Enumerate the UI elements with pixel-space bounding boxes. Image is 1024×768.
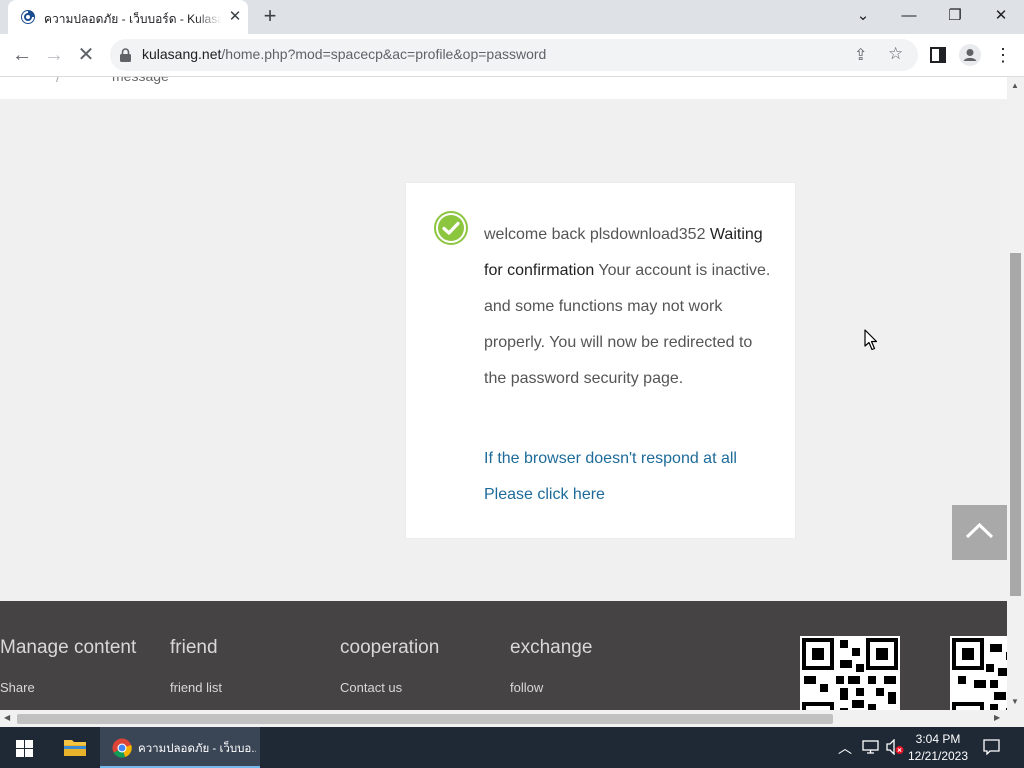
horizontal-scroll-thumb[interactable] <box>17 714 833 724</box>
site-favicon-icon <box>21 10 35 24</box>
mouse-cursor-icon <box>864 329 878 351</box>
click-here-link[interactable]: Please click here <box>484 477 776 513</box>
lock-icon <box>120 48 131 62</box>
header-divider: / <box>56 77 60 85</box>
network-icon[interactable] <box>862 740 879 754</box>
stop-loading-icon[interactable]: ✕ <box>70 34 102 76</box>
url-path: /home.php?mod=spacecp&ac=profile&op=pass… <box>221 46 547 62</box>
menu-dots-icon[interactable]: ⋮ <box>987 34 1019 76</box>
back-to-top-button[interactable] <box>952 505 1007 560</box>
notification-icon[interactable] <box>983 739 1000 755</box>
tab-title: ความปลอดภัย - เว็บบอร์ด - Kulasang <box>44 12 222 26</box>
clock-date[interactable]: 12/21/2023 <box>900 749 976 763</box>
browser-titlebar: ความปลอดภัย - เว็บบอร์ด - Kulasang ✕ + ⌄… <box>0 0 1024 34</box>
windows-start-icon[interactable] <box>16 740 33 757</box>
qr-code-icon <box>800 636 900 710</box>
page-header: / message <box>0 77 1007 99</box>
tray-chevron-up-icon[interactable]: ︿ <box>838 738 852 758</box>
chrome-icon <box>112 738 132 758</box>
tab-close-icon[interactable]: ✕ <box>226 8 244 26</box>
message-welcome: welcome back plsdownload352 <box>484 226 710 243</box>
scroll-down-icon[interactable]: ▼ <box>1011 697 1019 706</box>
restore-icon[interactable]: ❐ <box>932 0 978 34</box>
scroll-right-icon[interactable]: ▶ <box>994 713 1000 722</box>
footer-heading-cooperation: cooperation <box>340 637 440 658</box>
vertical-scroll-thumb[interactable] <box>1010 253 1021 596</box>
browser-tab[interactable]: ความปลอดภัย - เว็บบอร์ด - Kulasang ✕ <box>8 0 248 34</box>
horizontal-scrollbar[interactable]: ◀ ▶ <box>0 710 1024 727</box>
tab-search-icon[interactable]: ⌄ <box>840 0 886 34</box>
footer-link-friend-list[interactable]: friend list <box>170 680 222 695</box>
footer-link-follow[interactable]: follow <box>510 680 543 695</box>
browser-toolbar: ← → ✕ kulasang.net/home.php?mod=spacecp&… <box>0 34 1024 77</box>
footer-link-contact-us[interactable]: Contact us <box>340 680 402 695</box>
qr-code-icon <box>950 636 1007 710</box>
footer-link-share[interactable]: Share <box>0 680 35 695</box>
message-body: Your account is inactive. and some funct… <box>484 262 771 387</box>
browser-no-respond-link[interactable]: If the browser doesn't respond at all <box>484 441 776 477</box>
message-box: welcome back plsdownload352 Waiting for … <box>405 182 796 539</box>
profile-avatar-icon[interactable] <box>958 43 982 67</box>
bookmark-star-icon[interactable]: ☆ <box>888 44 903 64</box>
page-viewport: / message welcome back plsdownload352 Wa… <box>0 77 1007 710</box>
page-footer: Manage content Share friend friend list … <box>0 601 1007 710</box>
scroll-up-icon[interactable]: ▲ <box>1011 81 1019 90</box>
url-text: kulasang.net/home.php?mod=spacecp&ac=pro… <box>142 46 546 62</box>
header-message-link[interactable]: message <box>112 77 169 84</box>
windows-taskbar: ความปลอดภัย - เว็บบอ... ︿ 3:04 PM 12/21/… <box>0 727 1024 768</box>
url-host: kulasang.net <box>142 46 222 62</box>
message-text: welcome back plsdownload352 Waiting for … <box>484 217 776 397</box>
redirect-links: If the browser doesn't respond at all Pl… <box>484 441 776 513</box>
address-bar[interactable]: kulasang.net/home.php?mod=spacecp&ac=pro… <box>110 39 918 71</box>
new-tab-button[interactable]: + <box>259 5 281 28</box>
minimize-icon[interactable]: — <box>886 0 932 34</box>
clock-time[interactable]: 3:04 PM <box>900 732 976 746</box>
scroll-left-icon[interactable]: ◀ <box>4 713 10 722</box>
window-close-icon[interactable]: ✕ <box>978 0 1024 34</box>
side-panel-icon[interactable] <box>930 47 946 63</box>
taskbar-chrome-app[interactable]: ความปลอดภัย - เว็บบอ... <box>100 727 260 768</box>
share-icon[interactable]: ⇪ <box>854 45 867 65</box>
vertical-scrollbar[interactable]: ▲ ▼ <box>1007 77 1024 710</box>
footer-heading-manage-content: Manage content <box>0 637 137 658</box>
file-explorer-icon[interactable] <box>64 738 86 756</box>
chevron-up-icon <box>965 522 994 539</box>
forward-arrow-icon[interactable]: → <box>38 34 70 76</box>
success-check-icon <box>434 211 468 245</box>
footer-heading-exchange: exchange <box>510 637 593 658</box>
footer-heading-friend: friend <box>170 637 218 658</box>
taskbar-chrome-label: ความปลอดภัย - เว็บบอ... <box>138 743 256 755</box>
back-arrow-icon[interactable]: ← <box>6 34 38 76</box>
